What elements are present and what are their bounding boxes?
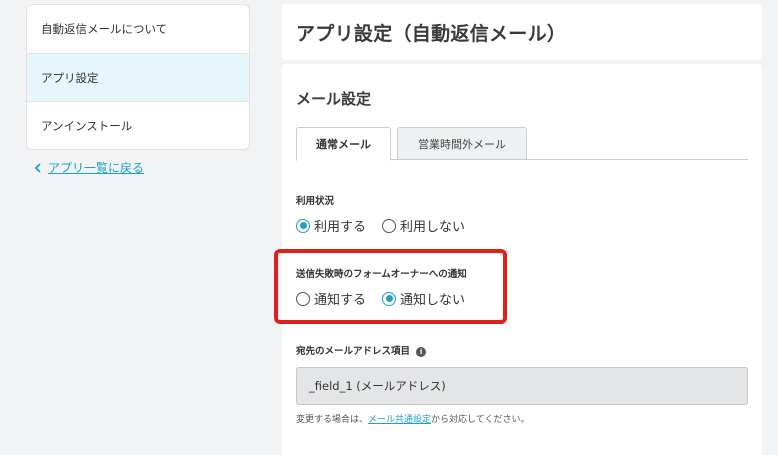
- usage-radio-not-use[interactable]: 利用しない: [382, 216, 465, 235]
- sidebar-item-label: アプリ設定: [41, 70, 99, 85]
- help-suffix: から対応してください。: [431, 415, 530, 425]
- tab-label: 営業時間外メール: [418, 137, 506, 151]
- highlight-box: [274, 249, 507, 324]
- sidebar-item-app-settings[interactable]: アプリ設定: [27, 53, 249, 101]
- tab-after-hours-mail[interactable]: 営業時間外メール: [397, 127, 527, 160]
- radio-checked-icon: [296, 218, 310, 233]
- tab-normal-mail[interactable]: 通常メール: [296, 127, 391, 161]
- page-header: アプリ設定（自動返信メール）: [282, 4, 762, 60]
- sidebar-item-label: アンインストール: [41, 118, 133, 133]
- usage-label: 利用状況: [296, 196, 335, 207]
- info-icon[interactable]: i: [416, 346, 427, 357]
- sidebar-nav: 自動返信メールについて アプリ設定 アンインストール: [26, 4, 250, 150]
- common-mail-settings-link[interactable]: メール共通設定: [368, 415, 431, 425]
- radio-label: 利用しない: [400, 220, 466, 235]
- address-field-value: _field_1 (メールアドレス): [309, 379, 446, 393]
- page-title: アプリ設定（自動返信メール）: [296, 22, 567, 45]
- section-title: メール設定: [296, 90, 372, 108]
- usage-radio-group: 利用する 利用しない: [296, 216, 481, 235]
- back-link-label: アプリ一覧に戻る: [48, 161, 145, 175]
- mail-tabs: 通常メール 営業時間外メール: [296, 127, 748, 161]
- back-to-app-list-link[interactable]: アプリ一覧に戻る: [32, 159, 144, 176]
- help-text: 変更する場合は、メール共通設定から対応してください。: [296, 412, 530, 425]
- sidebar-item-uninstall[interactable]: アンインストール: [27, 101, 249, 149]
- radio-label: 利用する: [314, 220, 367, 235]
- sidebar-item-label: 自動返信メールについて: [41, 22, 168, 36]
- usage-radio-use[interactable]: 利用する: [296, 216, 366, 235]
- address-field-readonly: _field_1 (メールアドレス): [296, 367, 748, 405]
- address-label-text: 宛先のメールアドレス項目: [296, 346, 411, 357]
- address-field-label: 宛先のメールアドレス項目 i: [296, 343, 427, 357]
- sidebar-item-about[interactable]: 自動返信メールについて: [27, 5, 249, 53]
- tab-label: 通常メール: [316, 138, 371, 151]
- help-prefix: 変更する場合は、: [296, 415, 369, 425]
- radio-unchecked-icon: [382, 218, 397, 233]
- chevron-left-icon: [34, 162, 41, 173]
